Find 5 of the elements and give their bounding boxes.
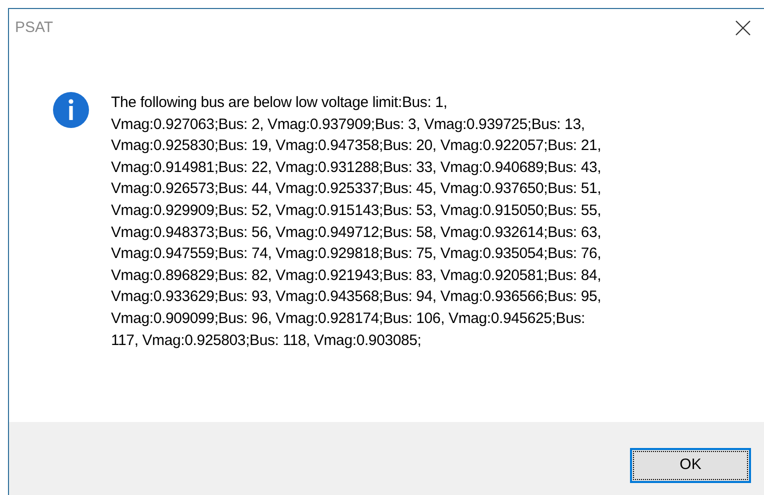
ok-button[interactable]: OK [630, 448, 751, 483]
window-title: PSAT [15, 18, 54, 38]
info-icon [53, 92, 89, 128]
close-icon [735, 20, 751, 36]
message-text: The following bus are below low voltage limit:Bus: 1, Vmag:0.927063;Bus: 2, Vmag:0.937909;Bus: 3, Vmag:0.939725;Bus: 13, Vmag:0.925830;Bus: 19, Vmag:0.947358;Bus: 20, Vmag:0.922057;Bus: 21, Vmag:0.914981;Bus: 22, Vmag:0.931288;Bus: 33, Vmag:0.940689;Bus: 43, Vmag:0.926573;Bus: 44, Vmag:0.925337;Bus: 45, Vmag:0.937650;Bus: 51, Vmag:0.929909;Bus: 52, Vmag:0.915143;Bus: 53, Vmag:0.915050;Bus: 55, Vmag:0.948373;Bus: 56, Vmag:0.949712;Bus: 58, Vmag:0.932614;Bus: 63, Vmag:0.947559;Bus: 74, Vmag:0.929818;Bus: 75, Vmag:0.935054;Bus: 76, Vmag:0.896829;Bus: 82, Vmag:0.921943;Bus: 83, Vmag:0.920581;Bus: 84, Vmag:0.933629;Bus: 93, Vmag:0.943568;Bus: 94, Vmag:0.936566;Bus: 95, Vmag:0.909099;Bus: 96, Vmag:0.928174;Bus: 106, Vmag:0.945625;Bus: 117, Vmag:0.925803;Bus: 118, Vmag:0.903085; [111, 93, 602, 351]
